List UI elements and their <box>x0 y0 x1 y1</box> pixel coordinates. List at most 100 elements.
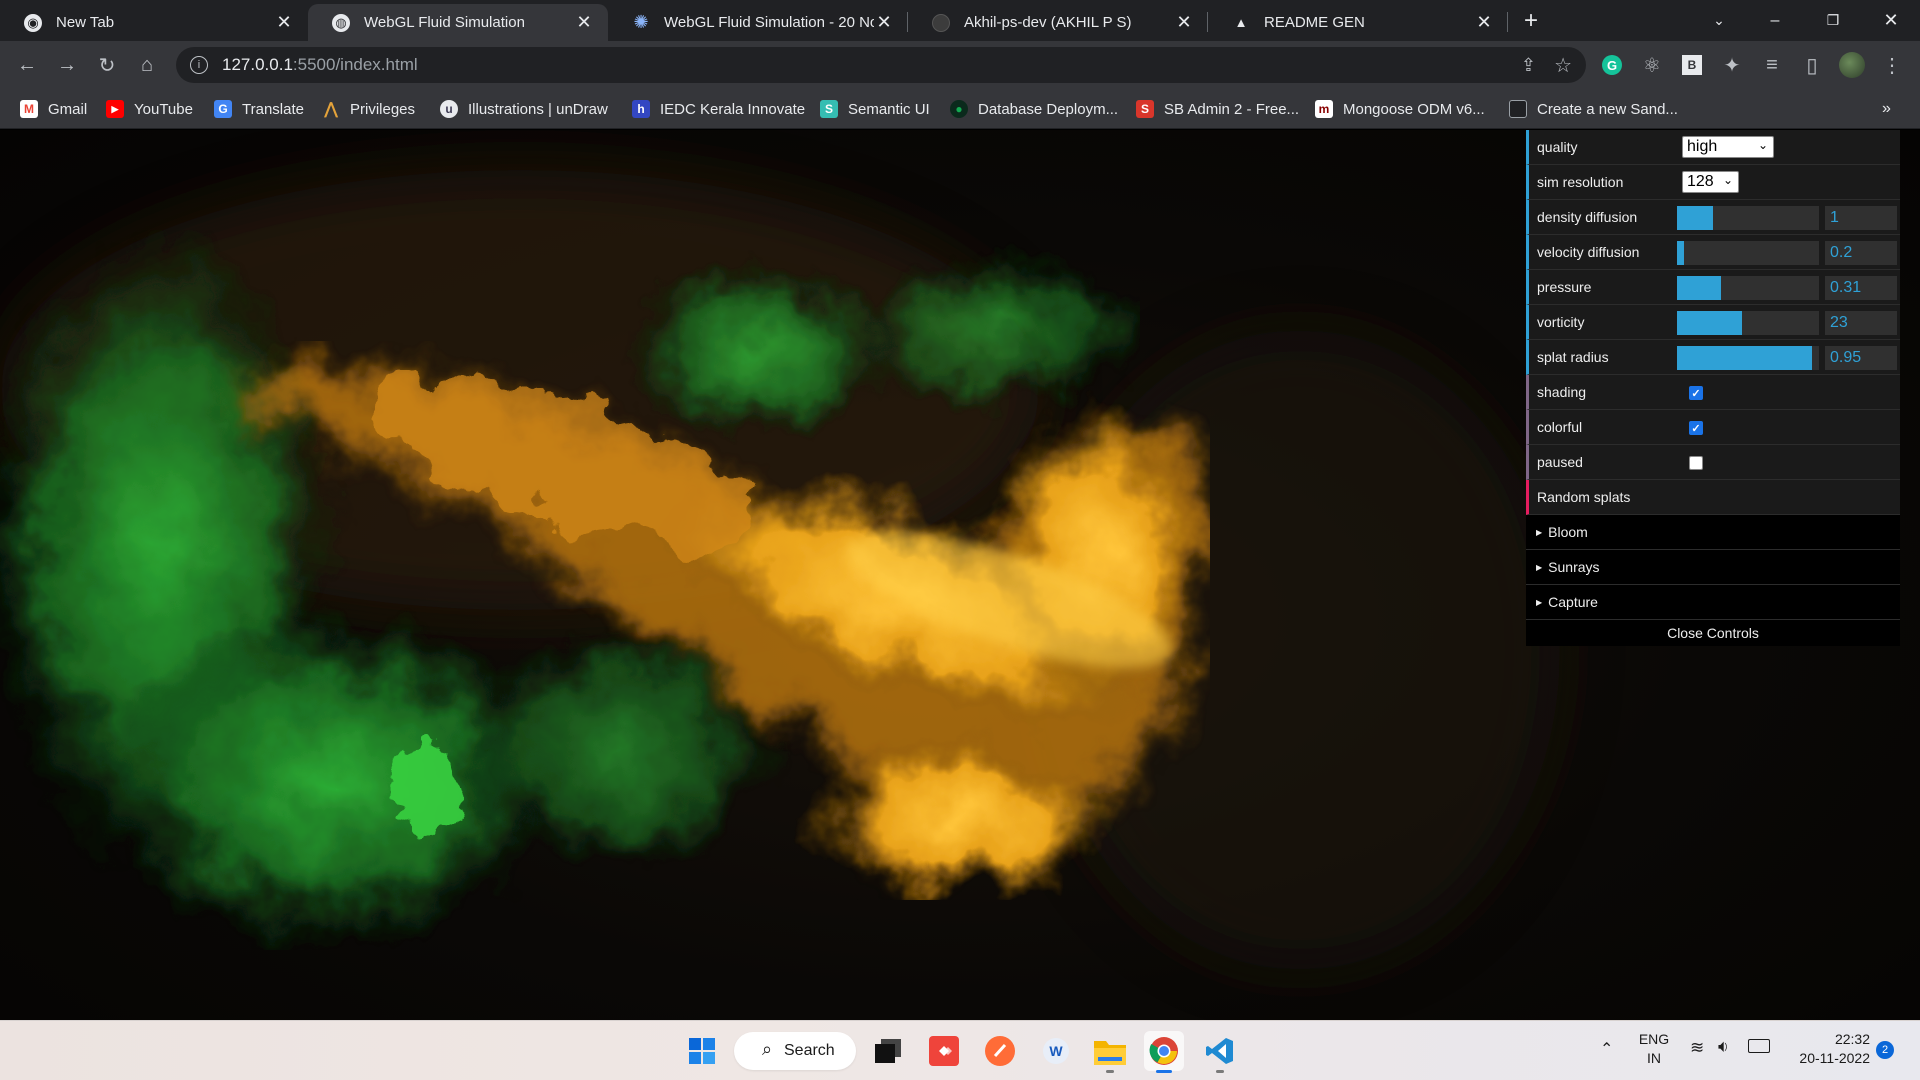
reload-icon[interactable]: ↻ <box>91 49 123 81</box>
more-bookmarks-icon[interactable]: » <box>1882 97 1891 121</box>
anydesk-icon[interactable] <box>924 1031 964 1071</box>
undraw-icon: u <box>440 100 458 118</box>
task-view-icon[interactable] <box>868 1031 908 1071</box>
profile-avatar[interactable] <box>1836 49 1868 81</box>
tab-readme-gen[interactable]: ▲ README GEN ✕ <box>1208 4 1508 41</box>
chrome-menu-icon[interactable]: ⋮ <box>1876 49 1908 81</box>
slider-value-input[interactable]: 0.2 <box>1825 241 1897 265</box>
vscode-icon[interactable] <box>1200 1031 1240 1073</box>
browser-toolbar: ← → ↻ ⌂ i 127.0.0.1:5500/index.html ⇪ ☆ … <box>0 41 1920 89</box>
tab-search-icon[interactable]: ⌄ <box>1696 0 1742 41</box>
bookmark-sb-admin[interactable]: S SB Admin 2 - Free... <box>1136 97 1299 121</box>
forward-icon[interactable]: → <box>51 49 83 81</box>
close-tab-icon[interactable]: ✕ <box>574 12 594 33</box>
taskbar-search[interactable]: ⌕ Search <box>734 1032 856 1070</box>
chrome-icon[interactable] <box>1144 1031 1184 1073</box>
folder-capture[interactable]: ▶ Capture <box>1526 585 1900 620</box>
share-icon[interactable]: ⇪ <box>1521 55 1536 76</box>
slider-track[interactable] <box>1677 346 1819 370</box>
checkbox[interactable] <box>1689 456 1703 470</box>
windows-start-icon[interactable] <box>682 1031 722 1071</box>
slider-track[interactable] <box>1677 276 1819 300</box>
tab-webgl-fluid-20-nov[interactable]: ✺ WebGL Fluid Simulation - 20 Nov ✕ <box>608 4 908 41</box>
slider-track[interactable] <box>1677 311 1819 335</box>
notification-badge[interactable]: 2 <box>1876 1041 1894 1059</box>
clock[interactable]: 22:32 20-11-2022 <box>1786 1030 1870 1068</box>
address-bar[interactable]: i 127.0.0.1:5500/index.html ⇪ ☆ <box>176 47 1586 83</box>
react-devtools-icon[interactable]: ⚛ <box>1636 49 1668 81</box>
battery-icon[interactable] <box>1748 1039 1770 1053</box>
chevron-down-icon: ⌄ <box>1757 138 1768 152</box>
bookmark-translate[interactable]: G Translate <box>214 97 304 121</box>
slider-value-input[interactable]: 23 <box>1825 311 1897 335</box>
folder-label: Capture <box>1548 594 1598 610</box>
grammarly-icon[interactable]: G <box>1596 49 1628 81</box>
windows-taskbar: ⌕ Search W ⌃ ENG IN ≋ 🔉︎ 22:32 20-11-202… <box>0 1020 1920 1080</box>
slider-value-input[interactable]: 0.95 <box>1825 346 1897 370</box>
folder-label: Sunrays <box>1548 559 1600 575</box>
quality-select[interactable]: high ⌄ <box>1682 136 1774 158</box>
folder-sunrays[interactable]: ▶ Sunrays <box>1526 550 1900 585</box>
bookmark-iedc[interactable]: h IEDC Kerala Innovate <box>632 97 805 121</box>
reading-list-icon[interactable]: ≡ <box>1756 49 1788 81</box>
clock-time: 22:32 <box>1834 1031 1870 1047</box>
bookmark-semantic-ui[interactable]: S Semantic UI <box>820 97 930 121</box>
chevron-up-icon[interactable]: ⌃ <box>1600 1039 1613 1059</box>
volume-icon[interactable]: 🔉︎ <box>1718 1037 1729 1057</box>
slider-value-input[interactable]: 0.31 <box>1825 276 1897 300</box>
tab-strip: ◉ New Tab ✕ ◍ WebGL Fluid Simulation ✕ ✺… <box>0 0 1920 41</box>
wifi-icon[interactable]: ≋ <box>1690 1038 1704 1058</box>
mongodb-icon: ● <box>950 100 968 118</box>
folder-bloom[interactable]: ▶ Bloom <box>1526 515 1900 550</box>
bookmark-label: Database Deploym... <box>978 100 1119 118</box>
restore-icon[interactable]: ❐ <box>1810 0 1856 41</box>
postman-icon[interactable] <box>980 1031 1020 1071</box>
close-tab-icon[interactable]: ✕ <box>274 12 294 33</box>
checkbox-label: colorful <box>1537 419 1583 435</box>
bookmark-undraw[interactable]: u Illustrations | unDraw <box>440 97 608 121</box>
triangle-icon: ▲ <box>1234 15 1248 30</box>
bookmark-create-sandbox[interactable]: Create a new Sand... <box>1509 97 1678 121</box>
bookmark-privileges[interactable]: ⋀ Privileges <box>322 97 415 121</box>
bookmark-label: YouTube <box>134 100 193 118</box>
close-tab-icon[interactable]: ✕ <box>1474 12 1494 33</box>
quality-row: quality high ⌄ <box>1526 130 1900 165</box>
close-tab-icon[interactable]: ✕ <box>1174 12 1194 33</box>
chevron-down-icon: ⌄ <box>1722 173 1733 187</box>
quality-label: quality <box>1537 139 1578 155</box>
slider-label: splat radius <box>1537 349 1609 365</box>
slider-track[interactable] <box>1677 206 1819 230</box>
checkbox[interactable]: ✓ <box>1689 421 1703 435</box>
tab-new-tab[interactable]: ◉ New Tab ✕ <box>0 4 308 41</box>
extension-b-icon[interactable]: B <box>1676 49 1708 81</box>
running-indicator <box>1156 1070 1172 1073</box>
language-indicator[interactable]: ENG IN <box>1636 1030 1672 1068</box>
bookmark-gmail[interactable]: M Gmail <box>20 97 87 121</box>
bookmark-mongoose[interactable]: m Mongoose ODM v6... <box>1315 97 1485 121</box>
slider-value-input[interactable]: 1 <box>1825 206 1897 230</box>
file-explorer-icon[interactable] <box>1090 1031 1130 1073</box>
close-controls-button[interactable]: Close Controls <box>1526 620 1900 646</box>
tab-webgl-fluid[interactable]: ◍ WebGL Fluid Simulation ✕ <box>308 4 608 41</box>
side-panel-icon[interactable]: ▯ <box>1796 49 1828 81</box>
close-tab-icon[interactable]: ✕ <box>874 12 894 33</box>
back-icon[interactable]: ← <box>11 49 43 81</box>
random-splats-button[interactable]: Random splats <box>1526 480 1900 515</box>
checkbox-row: paused <box>1526 445 1900 480</box>
slider-label: velocity diffusion <box>1537 244 1640 260</box>
bookmark-star-icon[interactable]: ☆ <box>1554 53 1572 78</box>
sim-resolution-select[interactable]: 128 ⌄ <box>1682 171 1739 193</box>
checkbox[interactable]: ✓ <box>1689 386 1703 400</box>
bookmark-database-deployments[interactable]: ● Database Deploym... <box>950 97 1118 121</box>
tab-github-profile[interactable]: Akhil-ps-dev (AKHIL P S) ✕ <box>908 4 1208 41</box>
site-info-icon[interactable]: i <box>190 56 208 74</box>
sparkle-icon: ✺ <box>633 12 649 32</box>
slider-track[interactable] <box>1677 241 1819 265</box>
bookmark-youtube[interactable]: ▶ YouTube <box>106 97 193 121</box>
word-icon[interactable]: W <box>1036 1031 1076 1071</box>
close-window-icon[interactable]: ✕ <box>1868 0 1914 41</box>
minimize-icon[interactable]: – <box>1752 0 1798 41</box>
home-icon[interactable]: ⌂ <box>131 49 163 81</box>
new-tab-icon[interactable]: + <box>1508 0 1554 41</box>
extensions-puzzle-icon[interactable]: ✦ <box>1716 49 1748 81</box>
